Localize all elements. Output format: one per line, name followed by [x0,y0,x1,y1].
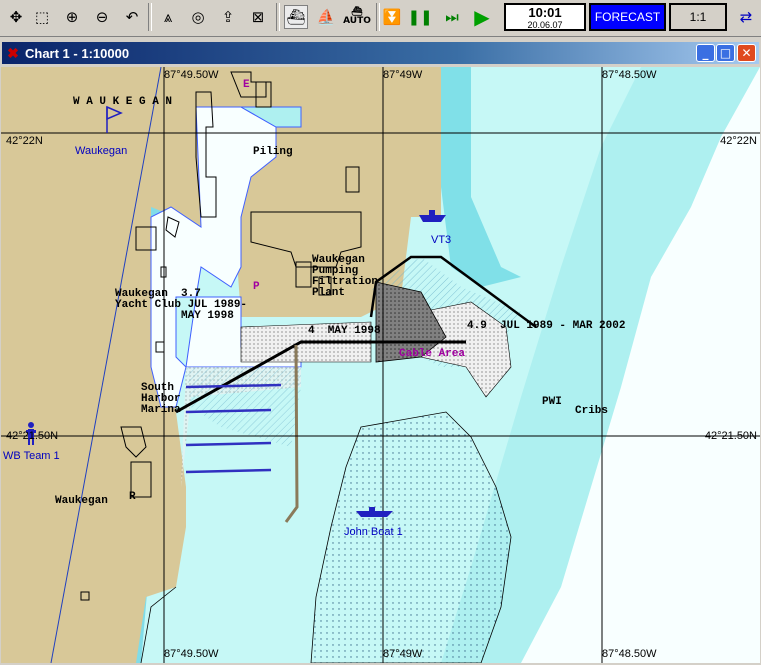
jul-1989-mar-2002-label: 4.9 JUL 1989 - MAR 2002 [467,320,626,332]
waukegan-marker-label[interactable]: Waukegan [75,146,127,157]
longitude-label-bottom-1: 87°49.50W [164,648,219,660]
longitude-label-bottom-2: 87°49W [383,648,423,660]
window-titlebar[interactable]: ✖ Chart 1 - 1:10000 _ □ ✕ [2,42,759,64]
minimize-button[interactable]: _ [696,44,715,62]
yacht-club-label: Waukegan 3.7 Yacht Club JUL 1989- MAY 19… [115,288,248,322]
chart-window: ✖ Chart 1 - 1:10000 _ □ ✕ 87°49.50W 87°4… [0,40,761,665]
john-boat-label[interactable]: John Boat 1 [344,527,403,538]
scale-button[interactable]: 1:1 [669,3,727,31]
close-button[interactable]: ✕ [737,44,756,62]
zoom-in-icon[interactable]: ⊕ [60,5,84,29]
forecast-button[interactable]: FORECAST [589,3,666,31]
latitude-label-left-2: 42°21.50N [6,430,59,442]
toolbar-separator [148,3,152,31]
pwi-label: PWI [542,396,562,408]
delete-icon[interactable]: ⊠ [246,5,270,29]
app-icon: ✖ [7,45,19,61]
toolbar-separator [276,3,280,31]
undo-icon[interactable]: ↶ [120,5,144,29]
r-mark-label: R [129,491,136,503]
fast-forward-icon[interactable]: ⏭ [440,5,464,29]
longitude-label-top-1: 87°49.50W [164,69,219,81]
cable-area-label: Cable Area [399,348,466,360]
south-harbor-marina-label: South Harbor Marina [141,382,181,416]
maximize-button[interactable]: □ [716,44,735,62]
clock-date: 20.06.07 [527,20,563,30]
longitude-label-top-2: 87°49W [383,69,423,81]
vt3-label[interactable]: VT3 [431,235,451,246]
latitude-label-right-2: 42°21.50N [704,430,757,442]
pause-icon[interactable]: ❚❚ [407,5,432,29]
waukegan-city-label: W A U K E G A N [73,96,173,108]
latitude-label-right-1: 42°22N [720,135,757,147]
cribs-label: Cribs [575,405,609,417]
may-1998-label: 4 MAY 1998 [308,325,381,337]
pumping-plant-label: Waukegan Pumping Filtration Plant [312,254,379,299]
compass-icon[interactable]: ⩓ [156,5,180,29]
zoom-out-icon[interactable]: ⊖ [90,5,114,29]
stop-icon[interactable]: ⏬ [380,5,404,29]
boat-mode-icon[interactable]: ⛵ [314,5,338,29]
pan-icon[interactable]: ✥ [4,5,28,29]
auto-mode-button[interactable]: ⛴ AUTO [342,5,372,29]
p-mark-label: P [253,281,260,293]
clock-time: 10:01 [528,5,562,20]
e-mark-label: E [243,79,250,91]
latitude-label-left-1: 42°22N [6,135,43,147]
window-title: Chart 1 - 1:10000 [25,45,130,61]
toolbar: ✥ ⬚ ⊕ ⊖ ↶ ⩓ ◎ ⇪ ⊠ ⛴ ⛵ ⛴ AUTO ⏬ ❚❚ ⏭ ▶ 10:… [0,0,761,37]
waukegan-south-label: Waukegan [55,495,108,507]
wb-team-label[interactable]: WB Team 1 [3,451,60,462]
export-icon[interactable]: ⇪ [216,5,240,29]
sync-icon[interactable]: ⇄ [734,5,758,29]
target-icon[interactable]: ◎ [186,5,210,29]
play-icon[interactable]: ▶ [470,5,494,29]
auto-label: AUTO [343,16,371,26]
piling-label: Piling [253,146,293,158]
zoom-area-icon[interactable]: ⬚ [30,5,54,29]
longitude-label-top-3: 87°48.50W [602,69,657,81]
longitude-label-bottom-3: 87°48.50W [602,648,657,660]
ship-mode-icon[interactable]: ⛴ [284,5,308,29]
clock-display: 10:01 20.06.07 [504,3,586,31]
nautical-chart[interactable]: 87°49.50W 87°49W 87°48.50W 87°49.50W 87°… [1,67,760,663]
